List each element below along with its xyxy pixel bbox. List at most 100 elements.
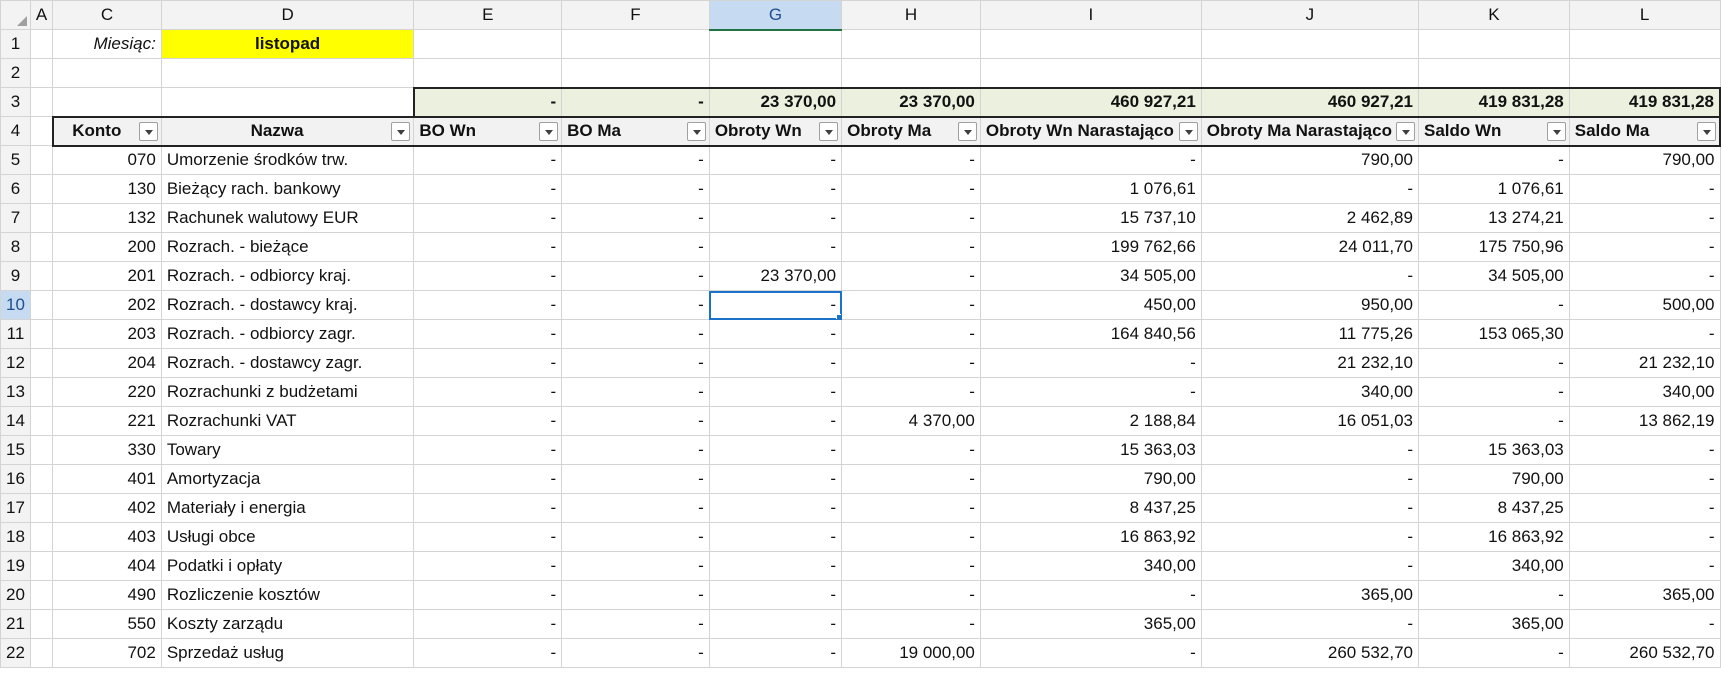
cell[interactable] xyxy=(708,29,843,59)
column-header-i[interactable]: I xyxy=(979,0,1202,30)
cell[interactable] xyxy=(561,58,710,88)
cell[interactable] xyxy=(29,290,54,320)
month-label-cell[interactable]: Miesiąc: xyxy=(52,29,162,59)
table-cell[interactable]: - xyxy=(561,522,710,552)
table-cell[interactable]: Rozrachunki z budżetami xyxy=(160,377,415,407)
column-header-h[interactable]: H xyxy=(841,0,981,30)
cell[interactable] xyxy=(29,377,54,407)
table-cell[interactable]: - xyxy=(708,493,843,523)
table-cell[interactable]: 13 274,21 xyxy=(1417,203,1570,233)
table-cell[interactable]: - xyxy=(708,174,843,204)
table-cell[interactable]: Rozrach. - odbiorcy kraj. xyxy=(160,261,415,291)
header-bo-wn[interactable]: BO Wn xyxy=(413,115,563,147)
row-header-9[interactable]: 9 xyxy=(0,261,31,291)
cell[interactable] xyxy=(29,609,54,639)
table-cell[interactable]: 175 750,96 xyxy=(1417,232,1570,262)
table-cell[interactable]: 402 xyxy=(52,493,162,523)
table-cell[interactable]: - xyxy=(841,348,981,378)
table-cell[interactable]: - xyxy=(841,522,981,552)
table-cell[interactable]: - xyxy=(561,232,710,262)
table-cell[interactable]: Rozrach. - odbiorcy zagr. xyxy=(160,319,415,349)
table-cell[interactable]: 2 462,89 xyxy=(1200,203,1419,233)
table-cell[interactable]: - xyxy=(561,377,710,407)
table-cell[interactable]: 164 840,56 xyxy=(979,319,1202,349)
total-cell[interactable]: 419 831,28 xyxy=(1568,86,1721,118)
cell[interactable] xyxy=(29,435,54,465)
column-header-l[interactable]: L xyxy=(1568,0,1721,30)
row-header-10[interactable]: 10 xyxy=(0,290,31,320)
cell[interactable] xyxy=(29,58,54,88)
table-cell[interactable]: Rozliczenie kosztów xyxy=(160,580,415,610)
table-cell[interactable]: - xyxy=(841,203,981,233)
table-cell[interactable]: - xyxy=(1417,406,1570,436)
table-cell[interactable]: - xyxy=(708,435,843,465)
table-cell[interactable]: - xyxy=(413,232,563,262)
month-value-cell[interactable]: listopad xyxy=(160,29,415,59)
column-header-g[interactable]: G xyxy=(708,0,843,31)
table-cell[interactable]: 2 188,84 xyxy=(979,406,1202,436)
cell[interactable] xyxy=(29,406,54,436)
cell[interactable] xyxy=(413,58,563,88)
column-header-f[interactable]: F xyxy=(561,0,710,30)
table-cell[interactable]: 340,00 xyxy=(1417,551,1570,581)
cell[interactable] xyxy=(413,29,563,59)
column-header-a[interactable]: A xyxy=(29,0,54,30)
table-cell[interactable]: Usługi obce xyxy=(160,522,415,552)
header-nazwa[interactable]: Nazwa xyxy=(160,115,415,147)
cell[interactable] xyxy=(52,58,162,88)
row-header-6[interactable]: 6 xyxy=(0,174,31,204)
select-all-button[interactable] xyxy=(0,0,31,30)
table-cell[interactable]: 19 000,00 xyxy=(841,638,981,668)
row-header-17[interactable]: 17 xyxy=(0,493,31,523)
table-cell[interactable]: 21 232,10 xyxy=(1568,348,1721,378)
table-cell[interactable]: 702 xyxy=(52,638,162,668)
table-cell[interactable]: - xyxy=(413,580,563,610)
table-cell[interactable]: - xyxy=(841,290,981,320)
table-cell[interactable]: 500,00 xyxy=(1568,290,1721,320)
table-cell[interactable]: Rozrachunki VAT xyxy=(160,406,415,436)
table-cell[interactable]: - xyxy=(561,493,710,523)
cell[interactable] xyxy=(1568,29,1721,59)
header-obroty-ma-narastaj-co[interactable]: Obroty Ma Narastająco xyxy=(1200,115,1419,147)
row-header-5[interactable]: 5 xyxy=(0,145,31,175)
table-cell[interactable]: - xyxy=(841,377,981,407)
table-cell[interactable]: - xyxy=(979,638,1202,668)
cell[interactable] xyxy=(29,203,54,233)
table-cell[interactable]: 13 862,19 xyxy=(1568,406,1721,436)
table-cell[interactable]: - xyxy=(413,145,563,175)
table-cell[interactable]: 221 xyxy=(52,406,162,436)
table-cell[interactable]: 950,00 xyxy=(1200,290,1419,320)
table-cell[interactable]: - xyxy=(841,145,981,175)
total-cell[interactable]: 23 370,00 xyxy=(841,86,981,118)
table-cell[interactable]: 790,00 xyxy=(1200,145,1419,175)
filter-dropdown-icon[interactable] xyxy=(1395,121,1415,141)
total-cell[interactable]: - xyxy=(412,86,563,118)
cell[interactable] xyxy=(29,464,54,494)
table-cell[interactable]: - xyxy=(561,551,710,581)
table-cell[interactable]: - xyxy=(841,261,981,291)
table-cell[interactable]: 15 363,03 xyxy=(979,435,1202,465)
table-cell[interactable]: 220 xyxy=(52,377,162,407)
header-obroty-wn-narastaj-co[interactable]: Obroty Wn Narastająco xyxy=(979,115,1202,147)
table-cell[interactable]: - xyxy=(561,319,710,349)
table-cell[interactable]: 330 xyxy=(52,435,162,465)
table-cell[interactable]: - xyxy=(1568,232,1721,262)
table-cell[interactable]: - xyxy=(561,435,710,465)
table-cell[interactable]: - xyxy=(841,551,981,581)
table-cell[interactable]: 204 xyxy=(52,348,162,378)
row-header-8[interactable]: 8 xyxy=(0,232,31,262)
table-cell[interactable]: 450,00 xyxy=(979,290,1202,320)
table-cell[interactable]: 16 051,03 xyxy=(1200,406,1419,436)
cell[interactable] xyxy=(29,232,54,262)
total-cell[interactable]: 460 927,21 xyxy=(1200,86,1419,118)
table-cell[interactable]: 16 863,92 xyxy=(979,522,1202,552)
table-cell[interactable]: - xyxy=(1200,551,1419,581)
cell[interactable] xyxy=(29,29,54,59)
cell[interactable] xyxy=(29,145,54,175)
table-cell[interactable]: - xyxy=(841,493,981,523)
table-cell[interactable]: 34 505,00 xyxy=(979,261,1202,291)
cell[interactable] xyxy=(52,87,162,117)
table-cell[interactable]: - xyxy=(561,145,710,175)
row-header-4[interactable]: 4 xyxy=(0,116,31,146)
table-cell[interactable]: 4 370,00 xyxy=(841,406,981,436)
